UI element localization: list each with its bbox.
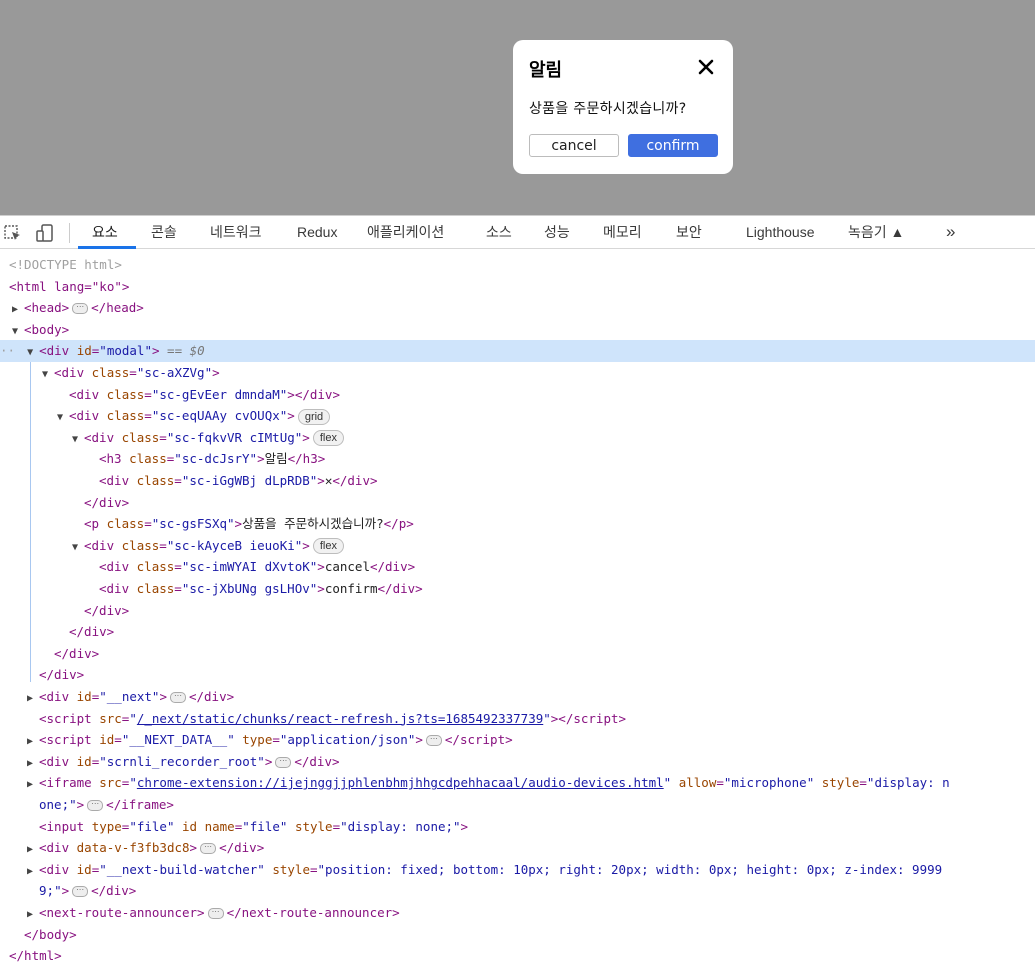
collapse-arrow-icon[interactable]: ▼ (72, 429, 84, 449)
tab-memory[interactable]: 메모리 (603, 216, 642, 249)
doctype-text: <!DOCTYPE html> (9, 257, 122, 272)
script-src-link[interactable]: /_next/static/chunks/react-refresh.js?ts… (137, 711, 543, 726)
tree-row-route-announcer[interactable]: ▶ <next-route-announcer> ··· </next-route-a… (0, 902, 1035, 924)
page-overlay: 알림 상품을 주문하시겠습니까? cancel confirm (0, 0, 1035, 215)
tab-security[interactable]: 보안 (676, 216, 702, 249)
tree-row-h3[interactable]: <h3 class="sc-dcJsrY">알림</h3> (0, 448, 1035, 470)
flex-badge[interactable]: flex (312, 538, 344, 555)
tree-row-head[interactable]: ▶ <head> ··· </head> (0, 297, 1035, 319)
tree-row-build-watcher-cont[interactable]: 9;"> ··· </div> (0, 880, 1035, 902)
tree-row-p[interactable]: <p class="sc-gsFSXq">상품을 주문하시겠습니까?</p> (0, 513, 1035, 535)
tree-row-html-close[interactable]: </html> (0, 945, 1035, 967)
device-toolbar-icon[interactable] (35, 223, 55, 243)
tree-row-sc-eqUAAy[interactable]: ▼ <div class="sc-eqUAAy cvOUQx"> grid (0, 405, 1035, 427)
tab-sources[interactable]: 소스 (486, 216, 512, 249)
tree-row-close-tag[interactable]: </div> (0, 492, 1035, 514)
tree-row-scrnli[interactable]: ▶ <div id="scrnli_recorder_root"> ··· </div… (0, 751, 1035, 773)
ellipsis-icon[interactable]: ··· (72, 886, 89, 898)
ellipsis-icon[interactable]: ··· (72, 303, 89, 315)
ellipsis-icon[interactable]: ··· (275, 756, 292, 768)
expand-arrow-icon[interactable]: ▶ (27, 731, 39, 751)
elements-tree: <!DOCTYPE html> <html lang="ko"> ▶ <head>… (0, 250, 1035, 970)
tab-performance[interactable]: 성능 (544, 216, 570, 249)
inspect-element-icon[interactable] (3, 223, 23, 243)
tree-row-cancel[interactable]: <div class="sc-imWYAI dXvtoK">cancel</di… (0, 556, 1035, 578)
tree-row-build-watcher[interactable]: ▶ <div id="__next-build-watcher" style="p… (0, 859, 1035, 881)
tree-row-body-close[interactable]: </body> (0, 924, 1035, 946)
flex-badge[interactable]: flex (312, 430, 344, 447)
tree-row-next[interactable]: ▶ <div id="__next"> ··· </div> (0, 686, 1035, 708)
tab-redux[interactable]: Redux (297, 216, 337, 249)
tree-row-data-v[interactable]: ▶ <div data-v-f3fb3dc8> ··· </div> (0, 837, 1035, 859)
tab-recorder[interactable]: 녹음기 ▲ (848, 216, 904, 249)
tree-row-input[interactable]: <input type="file" id name="file" style=… (0, 816, 1035, 838)
tree-row-modal-selected[interactable]: ·· ▼ <div id="modal"> == $0 (0, 340, 1035, 362)
confirm-button[interactable]: confirm (628, 134, 718, 157)
collapse-arrow-icon[interactable]: ▼ (27, 342, 39, 362)
html-open-tag: <html lang="ko"> (9, 278, 130, 294)
tab-network[interactable]: 네트워크 (210, 216, 262, 249)
tree-row-sc-fqkvVR[interactable]: ▼ <div class="sc-fqkvVR cIMtUg"> flex (0, 427, 1035, 449)
tree-row-close-tag[interactable]: </div> (0, 643, 1035, 665)
tab-lighthouse[interactable]: Lighthouse (746, 216, 815, 249)
collapse-arrow-icon[interactable]: ▼ (57, 407, 69, 427)
close-icon[interactable] (696, 57, 716, 77)
collapse-arrow-icon[interactable]: ▼ (12, 321, 24, 341)
expand-arrow-icon[interactable]: ▶ (27, 904, 39, 924)
tree-row-sc-axzvg[interactable]: ▼ <div class="sc-aXZVg"> (0, 362, 1035, 384)
expand-arrow-icon[interactable]: ▶ (27, 753, 39, 773)
tree-row-close-tag[interactable]: </div> (0, 621, 1035, 643)
tree-row-doctype[interactable]: <!DOCTYPE html> (0, 254, 1035, 276)
tree-row-iframe[interactable]: ▶ <iframe src="chrome-extension://ijejngg… (0, 772, 1035, 794)
tree-row-close-tag[interactable]: </div> (0, 664, 1035, 686)
tab-application[interactable]: 애플리케이션 (367, 216, 444, 249)
modal-title: 알림 (529, 60, 563, 81)
selected-node-marker: == $0 (167, 343, 205, 359)
modal-message: 상품을 주문하시겠습니까? (529, 101, 687, 117)
tab-console[interactable]: 콘솔 (151, 216, 177, 249)
ellipsis-icon[interactable]: ··· (207, 908, 224, 919)
tree-row-sc-kAyceB[interactable]: ▼ <div class="sc-kAyceB ieuoKi"> flex (0, 535, 1035, 557)
ellipsis-icon[interactable]: ··· (200, 843, 217, 855)
tree-row-html[interactable]: <html lang="ko"> (0, 276, 1035, 298)
iframe-src-link[interactable]: chrome-extension://ijejnggjjphlenbhmjhhg… (137, 775, 664, 790)
toolbar-divider (69, 223, 70, 243)
tree-row-confirm[interactable]: <div class="sc-jXbUNg gsLHOv">confirm</d… (0, 578, 1035, 600)
expand-arrow-icon[interactable]: ▶ (27, 861, 39, 881)
tree-row-script-refresh[interactable]: <script src="/_next/static/chunks/react-… (0, 708, 1035, 730)
tree-row-close-div[interactable]: <div class="sc-iGgWBj dLpRDB">✕</div> (0, 470, 1035, 492)
more-tabs-button[interactable]: » (946, 216, 955, 249)
ellipsis-icon[interactable]: ··· (169, 692, 186, 703)
cancel-button[interactable]: cancel (529, 134, 619, 157)
expand-arrow-icon[interactable]: ▶ (12, 299, 24, 319)
tree-row-next-data[interactable]: ▶ <script id="__NEXT_DATA__" type="applic… (0, 729, 1035, 751)
tree-row-body[interactable]: ▼ <body> (0, 319, 1035, 341)
tree-row-close-tag[interactable]: </div> (0, 600, 1035, 622)
ellipsis-icon[interactable]: ··· (425, 735, 442, 747)
devtools-toolbar: 요소 콘솔 네트워크 Redux 애플리케이션 소스 성능 메모리 보안 Lig… (0, 215, 1035, 249)
modal-dialog: 알림 상품을 주문하시겠습니까? cancel confirm (513, 40, 733, 174)
collapse-arrow-icon[interactable]: ▼ (72, 537, 84, 557)
grid-badge[interactable]: grid (297, 408, 331, 425)
expand-arrow-icon[interactable]: ▶ (27, 774, 39, 794)
expand-arrow-icon[interactable]: ▶ (27, 688, 39, 708)
collapse-arrow-icon[interactable]: ▼ (42, 364, 54, 384)
expand-arrow-icon[interactable]: ▶ (27, 839, 39, 859)
tab-elements[interactable]: 요소 (92, 216, 118, 249)
active-tab-indicator (78, 246, 136, 249)
tree-row-sc-gevEer[interactable]: <div class="sc-gEvEer dmndaM"></div> (0, 384, 1035, 406)
tree-row-iframe-cont[interactable]: one;"> ··· </iframe> (0, 794, 1035, 816)
ellipsis-icon[interactable]: ··· (87, 800, 104, 811)
